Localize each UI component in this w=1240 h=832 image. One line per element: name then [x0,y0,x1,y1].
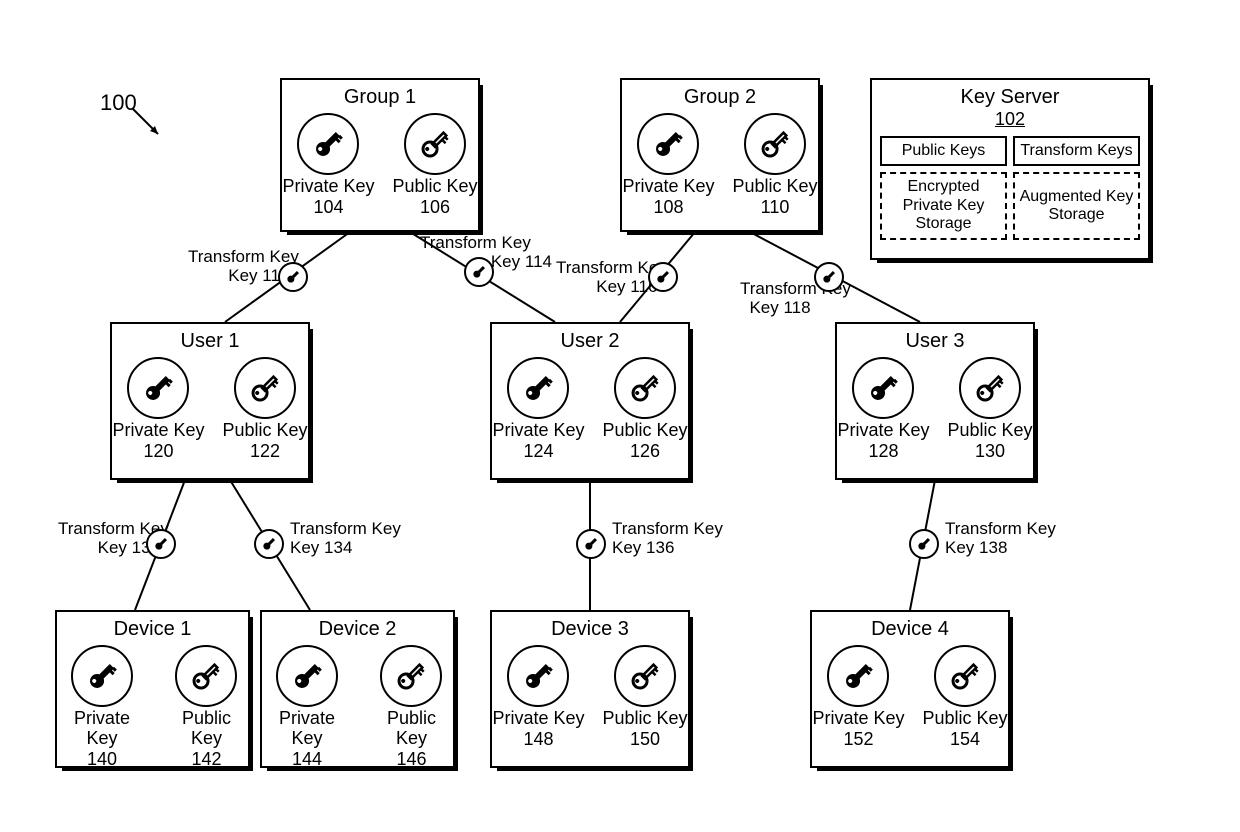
device2-private-key: Private Key144 [262,645,352,770]
ks-public-keys: Public Keys [880,136,1007,166]
user1-public-key: Public Key 122 [223,357,308,462]
public-key-icon [744,113,806,175]
public-key-icon [234,357,296,419]
device1-box: Device 1 Private Key140 Public Key142 [55,610,250,768]
private-key-icon [276,645,338,707]
user2-box: User 2 Private Key 124 Public Key 126 [490,322,690,480]
key-server-box: Key Server 102 Public Keys Transform Key… [870,78,1150,260]
private-key-icon [507,357,569,419]
transform-key-116-icon [644,258,682,296]
user2-public-key: Public Key 126 [603,357,688,462]
device1-private-key: Private Key140 [57,645,147,770]
transform-key-132-icon [142,525,180,563]
user3-private-key: Private Key 128 [837,357,929,462]
transform-key-134-label: Transform Key Key 134 [290,520,401,557]
figure-number: 100 [100,90,137,116]
public-key-icon [959,357,1021,419]
transform-key-112-icon [274,258,312,296]
device4-box: Device 4 Private Key152 Public Key154 [810,610,1010,768]
private-key-icon [127,357,189,419]
device3-public-key: Public Key150 [603,645,688,750]
public-key-icon [175,645,237,707]
ks-encrypted-private-key-storage: Encrypted Private Key Storage [880,172,1007,239]
device2-title: Device 2 [262,618,453,641]
transform-key-118-icon [810,258,848,296]
device1-public-key: Public Key142 [165,645,248,770]
transform-key-136-icon [572,525,610,563]
public-key-icon [614,357,676,419]
private-key-icon [827,645,889,707]
device1-title: Device 1 [57,618,248,641]
private-key-icon [637,113,699,175]
figure-number-arrow [128,104,168,144]
diagram-canvas: 100 Group 1 Private [0,0,1240,832]
device4-public-key: Public Key154 [923,645,1008,750]
private-key-icon [507,645,569,707]
device3-box: Device 3 Private Key148 Public Key150 [490,610,690,768]
group2-title: Group 2 [622,86,818,109]
public-key-icon [380,645,442,707]
private-key-icon [297,113,359,175]
user1-private-key: Private Key 120 [112,357,204,462]
ks-augmented-key-storage: Augmented Key Storage [1013,172,1140,239]
public-key-icon [404,113,466,175]
transform-key-138-icon [905,525,943,563]
group1-private-key: Private Key 104 [282,113,374,218]
private-key-icon [71,645,133,707]
user3-title: User 3 [837,330,1033,353]
key-server-ref: 102 [880,109,1140,130]
user3-public-key: Public Key 130 [948,357,1033,462]
key-server-title: Key Server [880,86,1140,109]
public-key-icon [934,645,996,707]
transform-key-134-icon [250,525,288,563]
user2-title: User 2 [492,330,688,353]
device3-title: Device 3 [492,618,688,641]
ks-transform-keys: Transform Keys [1013,136,1140,166]
group2-private-key: Private Key 108 [622,113,714,218]
group2-box: Group 2 Private Key 108 Public Key 110 [620,78,820,232]
public-key-icon [614,645,676,707]
private-key-icon [852,357,914,419]
device3-private-key: Private Key148 [492,645,584,750]
group1-public-key: Public Key 106 [393,113,478,218]
transform-key-136-label: Transform Key Key 136 [612,520,723,557]
device2-box: Device 2 Private Key144 Public Key146 [260,610,455,768]
user3-box: User 3 Private Key 128 Public Key 130 [835,322,1035,480]
device4-private-key: Private Key152 [812,645,904,750]
group2-public-key: Public Key 110 [733,113,818,218]
device2-public-key: Public Key146 [370,645,453,770]
user1-box: User 1 Private Key 120 Public Key 122 [110,322,310,480]
transform-key-138-label: Transform Key Key 138 [945,520,1056,557]
user1-title: User 1 [112,330,308,353]
transform-key-114-icon [460,253,498,291]
device4-title: Device 4 [812,618,1008,641]
user2-private-key: Private Key 124 [492,357,584,462]
group1-title: Group 1 [282,86,478,109]
group1-box: Group 1 Private Key 104 Public Key 106 [280,78,480,232]
